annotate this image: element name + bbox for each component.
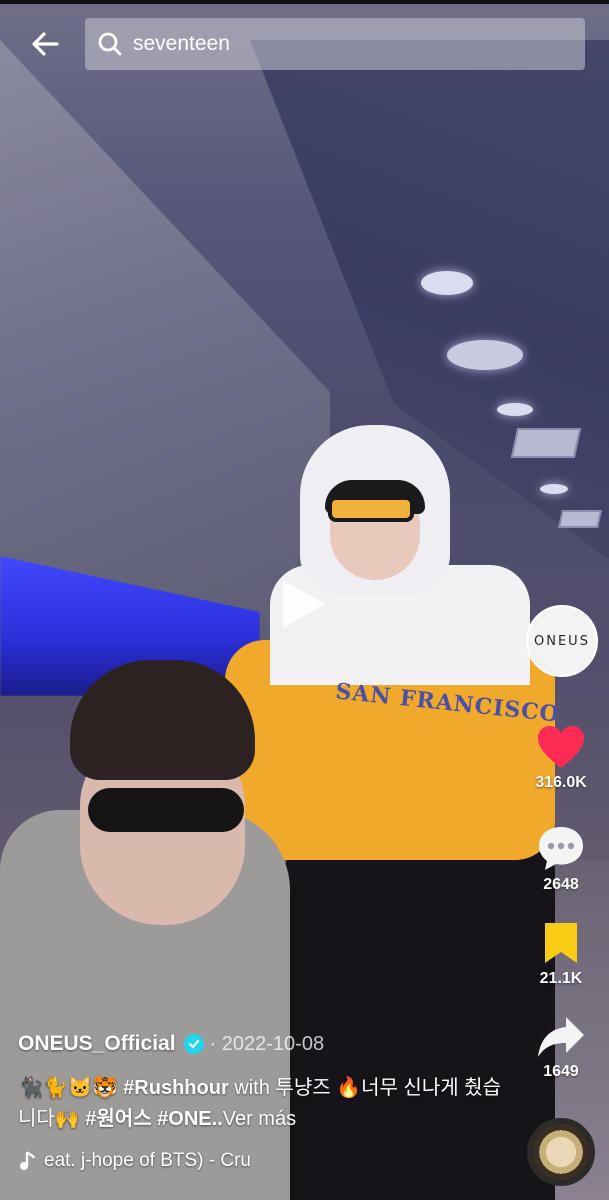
ceiling-vent — [510, 428, 582, 458]
save-button[interactable]: 21.1K — [521, 920, 601, 988]
arrow-left-icon — [32, 32, 59, 56]
author-name[interactable]: ONEUS_Official — [18, 1032, 176, 1056]
person-left-sunglasses — [88, 788, 244, 832]
person-right-glasses — [328, 496, 414, 522]
caption-hashtag[interactable]: #Rushhour — [123, 1077, 229, 1099]
search-icon — [98, 32, 122, 56]
see-more-link[interactable]: Ver más — [223, 1108, 296, 1130]
ceiling-light — [447, 340, 523, 370]
like-button[interactable]: 316.0K — [521, 724, 601, 792]
author-row: ONEUS_Official · 2022-10-08 — [18, 1032, 324, 1056]
ceiling-light — [421, 271, 473, 295]
person-right-legs — [285, 840, 555, 1200]
ceiling-vent — [558, 510, 602, 528]
share-button[interactable]: 1649 — [521, 1015, 601, 1081]
comment-icon — [539, 827, 583, 870]
search-query[interactable]: seventeen — [133, 32, 230, 56]
share-arrow-icon — [538, 1017, 584, 1057]
like-count: 316.0K — [535, 774, 587, 791]
post-caption[interactable]: 🐈‍⬛🐈🐱🐯 #Rushhour with 투냥즈 🔥너무 신나게 췄습니다🙌 … — [18, 1073, 518, 1135]
comment-count: 2648 — [543, 876, 579, 893]
avatar-logo-text: ONEUS — [534, 633, 590, 649]
author-avatar[interactable]: ONEUS — [526, 605, 598, 677]
comment-button[interactable]: 2648 — [521, 824, 601, 894]
post-date: · 2022-10-08 — [209, 1032, 325, 1055]
heart-icon — [538, 726, 584, 768]
music-disc[interactable] — [527, 1118, 595, 1186]
status-bar-edge — [0, 0, 609, 4]
caption-hashtags[interactable]: #원어스 #ONE.. — [85, 1108, 222, 1130]
search-bar[interactable]: seventeen — [85, 18, 585, 70]
back-button[interactable] — [24, 24, 66, 64]
bookmark-icon — [545, 923, 577, 963]
music-row[interactable]: eat. j-hope of BTS) - Cru — [18, 1150, 293, 1172]
save-count: 21.1K — [539, 970, 583, 987]
caption-emoji: 🐈‍⬛🐈🐱🐯 — [18, 1077, 124, 1099]
verified-badge-icon — [183, 1034, 204, 1054]
ceiling-light — [497, 403, 533, 416]
ceiling-light — [540, 484, 568, 494]
share-count: 1649 — [543, 1063, 579, 1080]
music-title: eat. j-hope of BTS) - Cru — [44, 1150, 251, 1171]
music-note-icon — [20, 1151, 36, 1170]
play-icon[interactable] — [283, 580, 325, 628]
